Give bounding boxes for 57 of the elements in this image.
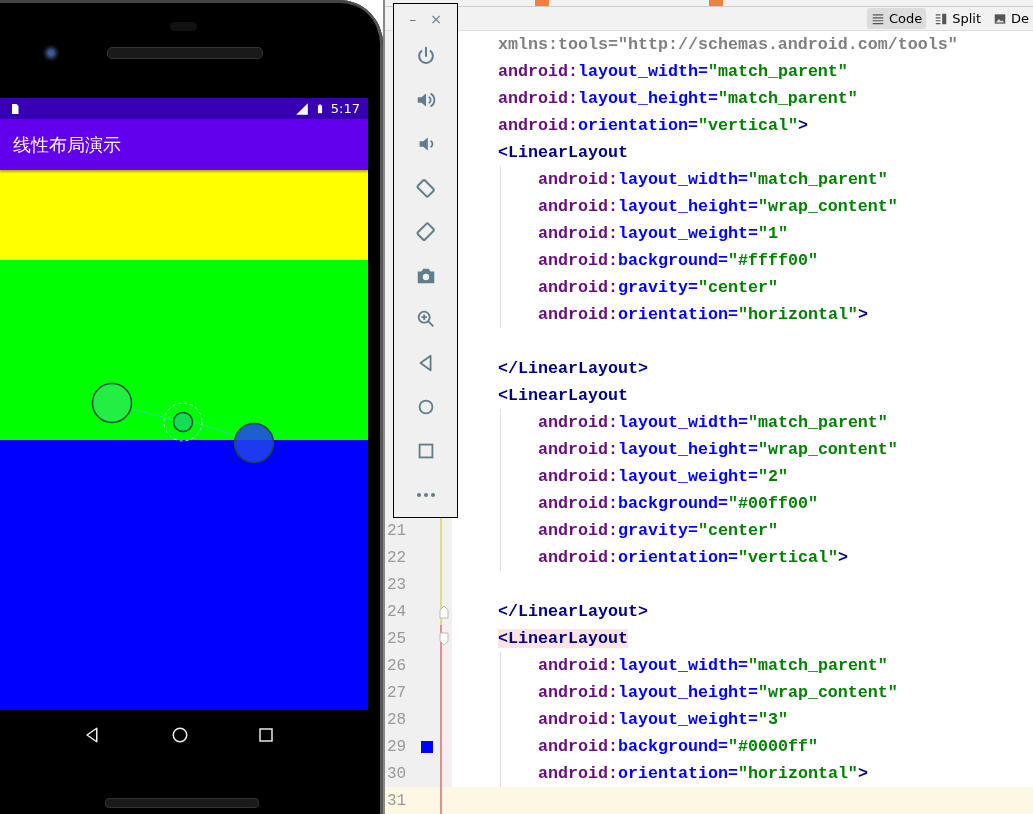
signal-icon (294, 101, 309, 116)
line-number: 31 (386, 791, 408, 810)
code-line: <LinearLayout (498, 143, 628, 162)
code-line: </LinearLayout> (498, 359, 648, 378)
line-number: 25 (386, 629, 408, 648)
code-line: android:layout_height="wrap_content" (538, 683, 898, 702)
file-tab-icon (709, 0, 723, 6)
clock: 5:17 (330, 101, 360, 116)
code-line: android:orientation="horizontal"> (538, 305, 868, 324)
overview-icon (257, 727, 274, 743)
code-line: android:background="#0000ff" (538, 737, 818, 756)
code-line: <LinearLayout (498, 386, 628, 405)
code-line: android:background="#00ff00" (538, 494, 818, 513)
view-mode-tab[interactable]: De (989, 8, 1033, 30)
code-line: android:orientation="vertical"> (498, 116, 808, 135)
code-line: android:layout_height="wrap_content" (538, 440, 898, 459)
line-number: 28 (386, 710, 408, 729)
close-button[interactable]: × (430, 10, 442, 27)
code-line: android:layout_weight="3" (538, 710, 788, 729)
code-line: android:layout_weight="1" (538, 224, 788, 243)
code-line: android:background="#ffff00" (538, 251, 818, 270)
app-title: 线性布局演示 (13, 132, 121, 157)
code-line: android:layout_width="match_parent" (498, 62, 848, 81)
rotate-left-icon (414, 176, 437, 199)
view-mode-tab[interactable]: Split (930, 8, 985, 30)
list-icon (870, 11, 885, 26)
more-icon (415, 493, 436, 498)
code-line: android:gravity="center" (538, 278, 778, 297)
line-number: 30 (386, 764, 408, 783)
view-mode-tab[interactable]: Code (866, 8, 927, 30)
sd-card-icon (9, 101, 21, 116)
line-number: 23 (386, 575, 408, 594)
code-line: android:layout_width="match_parent" (538, 170, 888, 189)
code-line: android:layout_width="match_parent" (538, 413, 888, 432)
line-number: 26 (386, 656, 408, 675)
code-line: android:orientation="horizontal"> (538, 764, 868, 783)
image-icon (993, 11, 1007, 26)
fold-icon[interactable] (439, 631, 449, 646)
camera-lens (43, 45, 59, 61)
split-icon (934, 11, 949, 26)
line-number: 27 (386, 683, 408, 702)
rotate-right-icon (414, 220, 437, 243)
code-line: android:layout_height="wrap_content" (538, 197, 898, 216)
line-number: 29 (386, 737, 408, 756)
code-line: </LinearLayout> (498, 602, 648, 621)
code-line: xmlns:tools="http://schemas.android.com/tools" (498, 35, 958, 54)
file-tab-icon (535, 0, 549, 6)
line-number: 22 (386, 548, 408, 567)
line-number: 21 (386, 521, 408, 540)
minimize-button[interactable]: – (409, 10, 417, 27)
code-line: android:layout_width="match_parent" (538, 656, 888, 675)
line-number: 24 (386, 602, 408, 621)
code-line: android:orientation="vertical"> (538, 548, 848, 567)
code-line: android:gravity="center" (538, 521, 778, 540)
code-line: android:layout_weight="2" (538, 467, 788, 486)
home-icon (171, 726, 189, 744)
code-line: android:layout_height="match_parent" (498, 89, 858, 108)
